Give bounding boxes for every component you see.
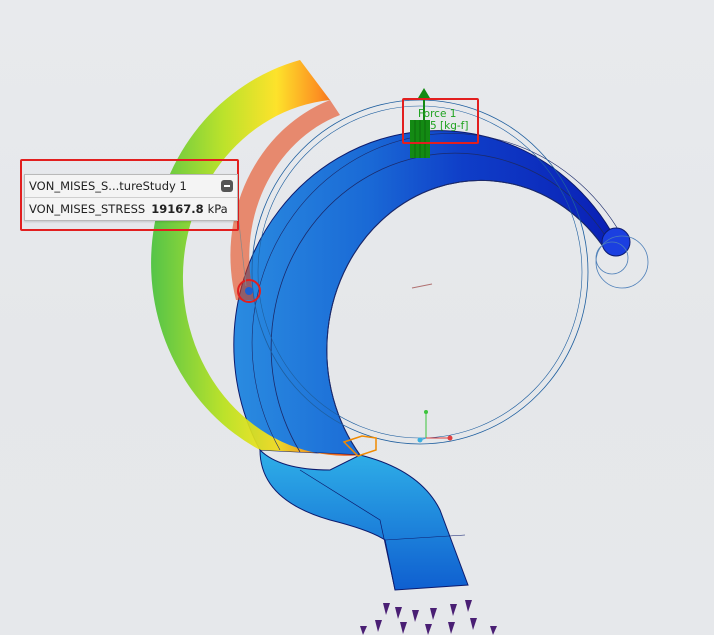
probe-quantity: VON_MISES_STRESS <box>29 202 146 216</box>
3d-viewport[interactable]: VON_MISES_S...tureStudy 1 VON_MISES_STRE… <box>0 0 714 635</box>
probe-value: 19167.8 <box>151 202 204 216</box>
force-value: 5 [kg-f] <box>430 120 469 132</box>
force-name: Force 1 <box>418 108 457 120</box>
collapse-icon[interactable] <box>221 180 233 192</box>
force-label[interactable]: Force 1 5 [kg-f] <box>408 108 476 132</box>
probe-header: VON_MISES_S...tureStudy 1 <box>25 175 237 198</box>
hook-shank <box>259 448 469 591</box>
probe-result-panel[interactable]: VON_MISES_S...tureStudy 1 VON_MISES_STRE… <box>24 174 238 221</box>
axis-triad-icon <box>417 410 453 443</box>
hook-ring <box>233 130 617 456</box>
probe-value-row: VON_MISES_STRESS 19167.8 kPa <box>25 198 237 220</box>
hook-model[interactable] <box>0 0 714 635</box>
probe-title: VON_MISES_S...tureStudy 1 <box>29 179 187 193</box>
probe-unit: kPa <box>207 202 228 216</box>
fixture-icon <box>360 600 497 635</box>
